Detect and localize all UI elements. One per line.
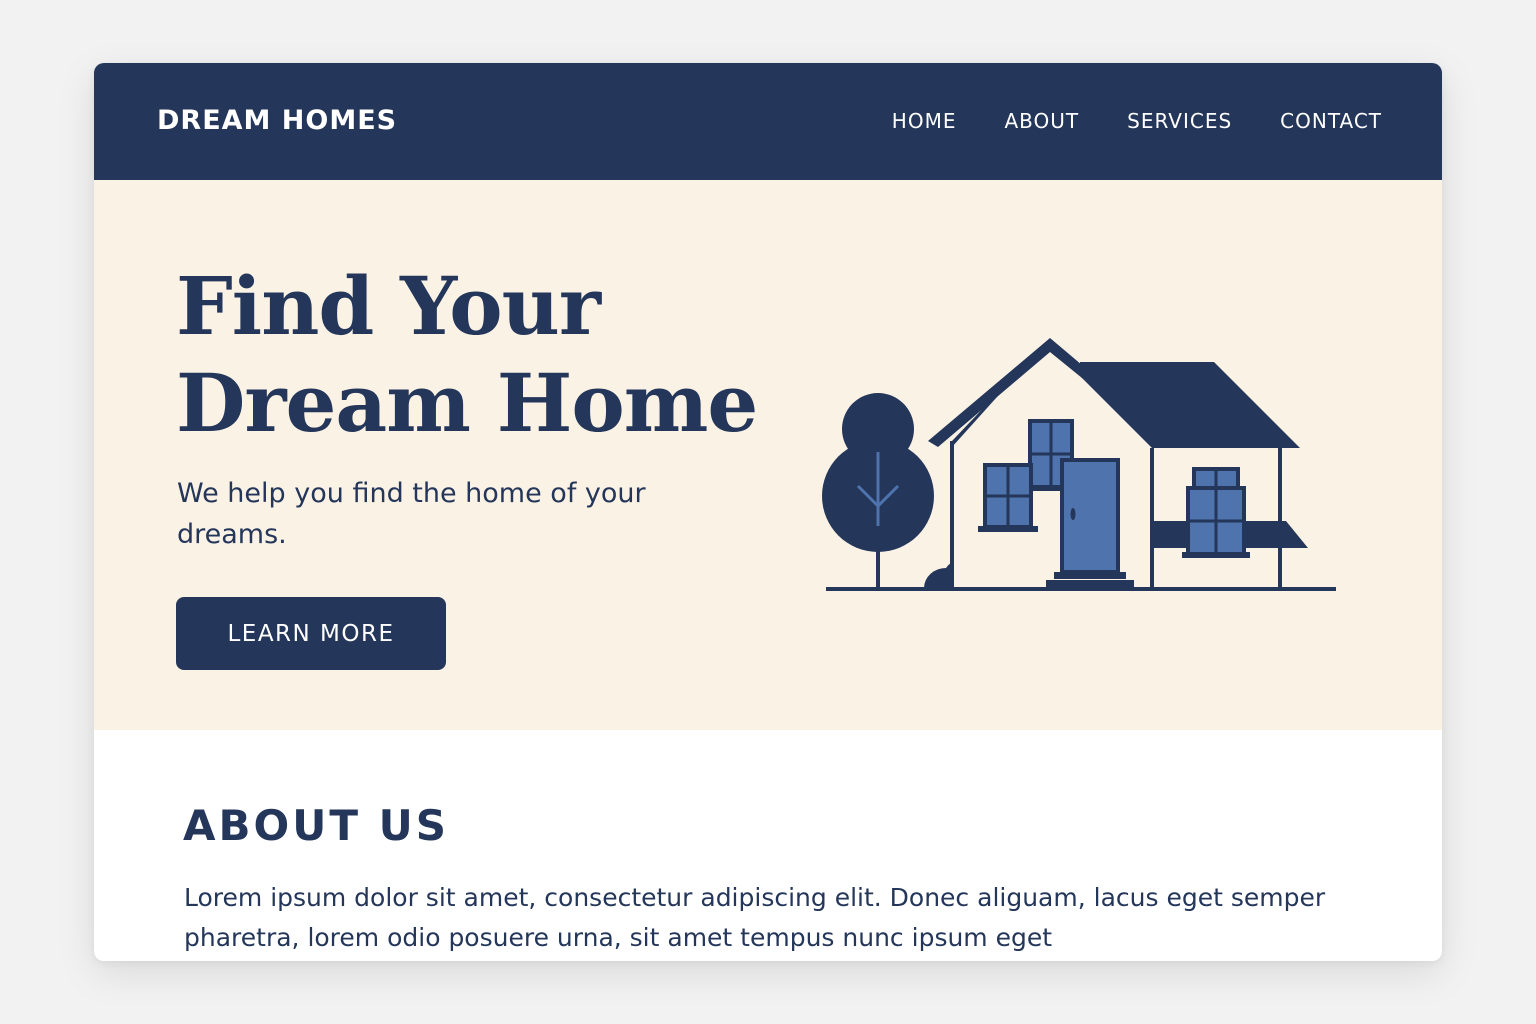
house-illustration [822, 338, 1336, 591]
nav-link-about[interactable]: ABOUT [1004, 108, 1079, 134]
learn-more-button[interactable]: LEARN MORE [176, 597, 446, 670]
about-text: Lorem ipsum dolor sit amet, consectetur … [184, 883, 1326, 952]
hero-title-line1: Find Your [176, 259, 601, 353]
about-heading: ABOUT US [183, 801, 449, 850]
brand-logo[interactable]: DREAM HOMES [157, 104, 397, 138]
hero-subtitle: We help you find the home of your dreams… [177, 478, 646, 550]
nav-links: HOME ABOUT SERVICES CONTACT [844, 108, 1382, 134]
nav-link-home[interactable]: HOME [892, 108, 957, 134]
hero-title: Find Your Dream Home [176, 258, 796, 452]
navbar: DREAM HOMES HOME ABOUT SERVICES CONTACT [94, 63, 1442, 180]
nav-link-services[interactable]: SERVICES [1127, 108, 1232, 134]
about-section: ABOUT US Lorem ipsum dolor sit amet, con… [94, 730, 1442, 961]
tree-icon [822, 393, 934, 590]
hero-title-line2: Dream Home [176, 356, 758, 450]
hero-section: Find Your Dream Home We help you find th… [94, 180, 1442, 730]
nav-link-contact[interactable]: CONTACT [1280, 108, 1382, 134]
browser-page: DREAM HOMES HOME ABOUT SERVICES CONTACT … [94, 63, 1442, 961]
